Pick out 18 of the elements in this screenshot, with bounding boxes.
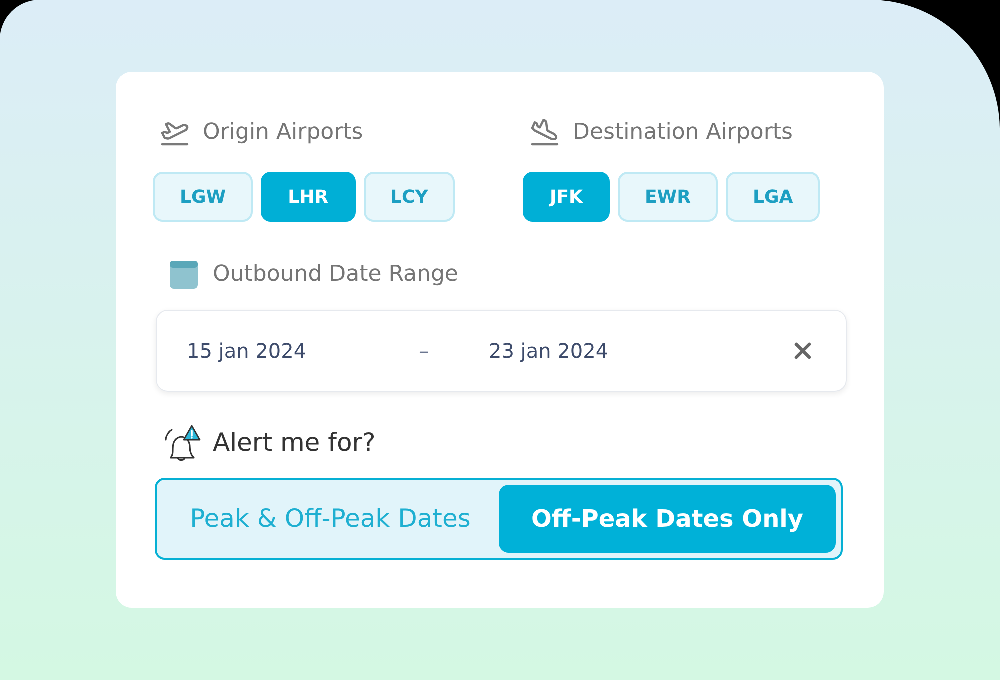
calendar-icon [169,258,199,290]
section-label: Outbound Date Range [213,260,458,288]
airport-chip[interactable]: LHR [261,172,356,222]
airport-chip[interactable]: LGA [726,172,820,222]
toggle-option[interactable]: Off-Peak Dates Only [499,484,836,552]
airport-chip[interactable]: LCY [364,172,456,222]
toggle-option[interactable]: Peak & Off-Peak Dates [162,484,499,552]
airport-chip[interactable]: JFK [523,172,610,222]
section-label: Origin Airports [203,118,364,146]
date-range-field[interactable]: 15 jan 2024 – 23 jan 2024 [156,310,847,392]
airport-chip[interactable]: EWR [618,172,718,222]
date-separator: – [419,338,430,365]
airport-chip[interactable]: LGW [153,172,254,222]
bell-warning-icon [163,424,201,461]
end-date: 23 jan 2024 [489,338,610,365]
alert-label: Alert me for? [213,427,376,459]
start-date: 15 jan 2024 [187,338,308,365]
section-label: Destination Airports [573,118,793,146]
